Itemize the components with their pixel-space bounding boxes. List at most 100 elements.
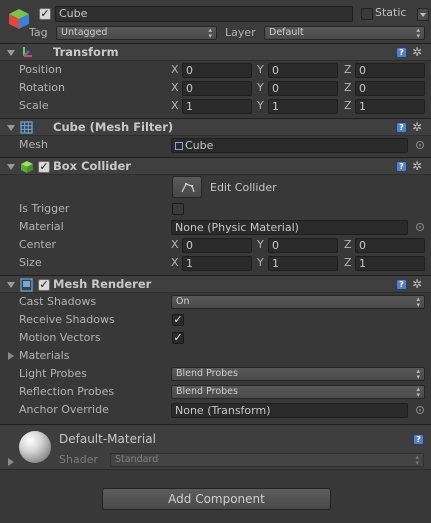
edit-collider-button[interactable] — [172, 176, 202, 198]
gear-icon[interactable]: ✲ — [412, 46, 422, 58]
mesh-filter-title: Cube (Mesh Filter) — [53, 120, 174, 134]
light-probes-dropdown[interactable]: Blend Probes ▴ ▾ — [171, 367, 425, 381]
box-collider-header[interactable]: ✓ Box Collider ? ✲ — [0, 157, 431, 175]
materials-label[interactable]: Materials — [19, 349, 69, 363]
receive-shadows-label: Receive Shadows — [19, 313, 115, 326]
scale-x-field[interactable]: 1 — [182, 99, 252, 114]
axis-z-label: Z — [344, 81, 352, 94]
reflection-probes-value: Blend Probes — [176, 386, 238, 397]
material-foldout-arrow-icon[interactable] — [8, 458, 14, 466]
physic-material-field[interactable]: None (Physic Material) — [171, 220, 408, 235]
box-collider-enabled-checkbox[interactable]: ✓ — [38, 161, 50, 173]
position-x-field[interactable]: 0 — [182, 63, 252, 78]
axis-x-label: X — [171, 238, 179, 251]
axis-z-label: Z — [344, 63, 352, 76]
static-label: Static — [375, 6, 407, 19]
anchor-override-field[interactable]: None (Transform) — [171, 403, 408, 418]
help-icon[interactable]: ? — [396, 122, 407, 133]
box-collider-title: Box Collider — [53, 159, 131, 173]
reflection-probes-dropdown[interactable]: Blend Probes ▴ ▾ — [171, 385, 425, 399]
center-label: Center — [19, 238, 57, 251]
materials-foldout-arrow-icon[interactable] — [8, 352, 14, 360]
axis-x-label: X — [171, 81, 179, 94]
mesh-value: Cube — [185, 139, 214, 152]
mesh-renderer-icon — [20, 278, 33, 292]
shader-value: Standard — [115, 454, 159, 465]
cast-shadows-label: Cast Shadows — [19, 295, 97, 308]
static-checkbox[interactable] — [361, 8, 373, 20]
object-picker-icon[interactable] — [416, 406, 424, 414]
size-x-field[interactable]: 1 — [182, 256, 252, 271]
object-picker-icon[interactable] — [416, 141, 424, 149]
axis-z-label: Z — [344, 238, 352, 251]
rotation-z-field[interactable]: 0 — [355, 81, 425, 96]
help-icon[interactable]: ? — [396, 47, 407, 58]
scale-y-field[interactable]: 1 — [268, 99, 338, 114]
axis-y-label: Y — [257, 63, 264, 76]
foldout-arrow-icon[interactable] — [7, 125, 15, 131]
material-label: Material — [19, 220, 64, 233]
help-icon[interactable]: ? — [413, 434, 424, 445]
gameobject-header: ✓ Cube Static Tag Untagged ▴ ▾ Layer Defa… — [0, 0, 431, 43]
axis-y-label: Y — [257, 99, 264, 112]
mesh-renderer-enabled-checkbox[interactable]: ✓ — [38, 279, 50, 291]
foldout-arrow-icon[interactable] — [7, 282, 15, 288]
tag-label: Tag — [29, 26, 48, 39]
scale-z-field[interactable]: 1 — [355, 99, 425, 114]
object-picker-icon[interactable] — [416, 223, 424, 231]
layer-dropdown[interactable]: Default ▴ ▾ — [264, 26, 425, 40]
layer-value: Default — [269, 27, 304, 38]
center-y-field[interactable]: 0 — [268, 238, 338, 253]
axis-z-label: Z — [344, 99, 352, 112]
gear-icon[interactable]: ✲ — [412, 160, 422, 172]
rotation-y-field[interactable]: 0 — [268, 81, 338, 96]
shader-dropdown[interactable]: Standard ▴ ▾ — [110, 453, 424, 467]
axis-x-label: X — [171, 256, 179, 269]
reflection-probes-label: Reflection Probes — [19, 385, 115, 398]
material-name: Default-Material — [59, 432, 156, 446]
motion-vectors-checkbox[interactable]: ✓ — [172, 332, 184, 344]
add-component-button[interactable]: Add Component — [102, 488, 331, 510]
gameobject-cube-icon — [9, 9, 29, 29]
receive-shadows-checkbox[interactable]: ✓ — [172, 314, 184, 326]
size-z-field[interactable]: 1 — [355, 256, 425, 271]
axis-x-label: X — [171, 99, 179, 112]
center-z-field[interactable]: 0 — [355, 238, 425, 253]
position-z-field[interactable]: 0 — [355, 63, 425, 78]
foldout-arrow-icon[interactable] — [7, 50, 15, 56]
transform-header[interactable]: Transform ? ✲ — [0, 43, 431, 61]
help-icon[interactable]: ? — [396, 279, 407, 290]
mesh-field[interactable]: Cube — [171, 138, 408, 153]
size-y-field[interactable]: 1 — [268, 256, 338, 271]
gear-icon[interactable]: ✲ — [412, 121, 422, 133]
tag-value: Untagged — [61, 27, 108, 38]
tag-dropdown[interactable]: Untagged ▴ ▾ — [56, 26, 217, 40]
dropdown-arrows-icon: ▴ ▾ — [415, 453, 419, 467]
help-icon[interactable]: ? — [396, 161, 407, 172]
static-dropdown-arrow[interactable] — [417, 8, 429, 21]
light-probes-label: Light Probes — [19, 367, 87, 380]
axis-y-label: Y — [257, 256, 264, 269]
edit-collider-label: Edit Collider — [210, 181, 277, 194]
gear-icon[interactable]: ✲ — [412, 278, 422, 290]
mesh-filter-header[interactable]: Cube (Mesh Filter) ? ✲ — [0, 118, 431, 136]
gameobject-name-field[interactable]: Cube — [55, 6, 353, 22]
is-trigger-checkbox[interactable] — [172, 203, 184, 215]
active-checkbox[interactable]: ✓ — [39, 8, 51, 20]
mesh-label: Mesh — [19, 138, 48, 151]
mesh-renderer-header[interactable]: ✓ Mesh Renderer ? ✲ — [0, 275, 431, 293]
layer-label: Layer — [225, 26, 256, 39]
axis-z-label: Z — [344, 256, 352, 269]
mesh-renderer-title: Mesh Renderer — [53, 277, 152, 291]
cast-shadows-dropdown[interactable]: On ▴ ▾ — [171, 295, 425, 309]
scale-label: Scale — [19, 99, 49, 112]
axis-x-label: X — [171, 63, 179, 76]
mesh-filter-icon — [20, 121, 33, 134]
rotation-label: Rotation — [19, 81, 66, 94]
foldout-arrow-icon[interactable] — [7, 164, 15, 170]
box-collider-icon — [21, 161, 33, 173]
center-x-field[interactable]: 0 — [182, 238, 252, 253]
rotation-x-field[interactable]: 0 — [182, 81, 252, 96]
position-y-field[interactable]: 0 — [268, 63, 338, 78]
dropdown-arrows-icon: ▴ ▾ — [416, 385, 420, 399]
